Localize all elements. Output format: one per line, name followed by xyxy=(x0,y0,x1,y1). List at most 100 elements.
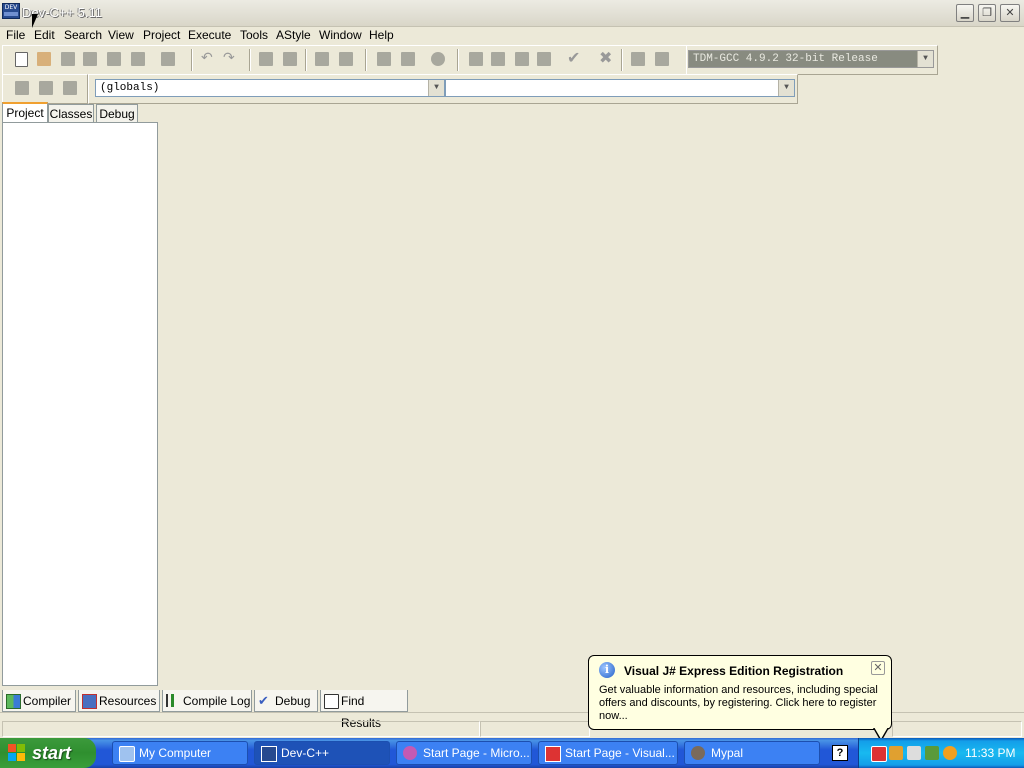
goto-line-icon[interactable] xyxy=(339,52,353,66)
indent-icon[interactable] xyxy=(377,52,391,66)
menu-bar: File Edit Search View Project Execute To… xyxy=(0,27,1024,45)
project-options-icon[interactable] xyxy=(655,52,669,66)
close-all-icon[interactable] xyxy=(131,52,145,66)
system-tray: 11:33 PM xyxy=(858,738,1024,768)
start-button[interactable]: start xyxy=(0,738,96,768)
redo-icon[interactable]: ↷ xyxy=(223,49,237,65)
close-file-icon[interactable] xyxy=(107,52,121,66)
my-computer-icon xyxy=(119,746,135,762)
scope-select[interactable]: (globals) ▼ xyxy=(95,79,445,97)
menu-view[interactable]: View xyxy=(106,28,136,42)
windows-logo-icon xyxy=(8,744,26,762)
tab-debug-output[interactable]: ✔ Debug xyxy=(254,690,318,712)
menu-file[interactable]: File xyxy=(4,28,27,42)
stop-execution-icon[interactable]: ✖ xyxy=(599,48,613,67)
compile-run-icon[interactable] xyxy=(515,52,529,66)
replace-icon[interactable] xyxy=(283,52,297,66)
toolbar-separator xyxy=(249,49,250,71)
toolbar-separator xyxy=(365,49,366,71)
menu-help[interactable]: Help xyxy=(367,28,396,42)
task-my-computer[interactable]: My Computer xyxy=(112,741,248,765)
menu-search[interactable]: Search xyxy=(62,28,104,42)
goto-definition-icon[interactable] xyxy=(63,81,77,95)
tab-debug[interactable]: Debug xyxy=(96,104,138,122)
new-file-icon[interactable] xyxy=(15,52,28,67)
compile-icon[interactable] xyxy=(469,52,483,66)
save-all-icon[interactable] xyxy=(83,52,97,66)
task-start-page-visual[interactable]: Start Page - Visual... xyxy=(538,741,678,765)
task-devcpp[interactable]: Dev-C++ xyxy=(254,741,390,765)
notification-balloon[interactable]: i Visual J# Express Edition Registration… xyxy=(588,655,892,742)
project-browser-panel[interactable] xyxy=(2,122,158,686)
search-tray-icon[interactable] xyxy=(943,746,957,760)
balloon-body[interactable]: Get valuable information and resources, … xyxy=(599,684,883,723)
menu-window[interactable]: Window xyxy=(317,28,364,42)
minimize-button[interactable]: ▁ xyxy=(956,4,974,22)
menu-project[interactable]: Project xyxy=(141,28,182,42)
close-icon: ✕ xyxy=(1005,7,1015,19)
new-project-icon[interactable] xyxy=(631,52,645,66)
toggle-bookmark-icon[interactable] xyxy=(431,52,445,66)
task-label: Start Page - Micro... xyxy=(423,746,530,760)
updates-tray-icon[interactable] xyxy=(889,746,903,760)
tab-project[interactable]: Project xyxy=(2,102,48,123)
tab-debug-label: Debug xyxy=(275,694,311,708)
toolbar-separator xyxy=(457,49,458,71)
help-icon[interactable]: ? xyxy=(832,745,848,761)
task-label: Start Page - Visual... xyxy=(565,746,675,760)
checkmark-icon: ✔ xyxy=(258,693,269,708)
tab-compile-log[interactable]: Compile Log xyxy=(162,690,252,712)
tab-resources[interactable]: Resources xyxy=(78,690,160,712)
balloon-close-button[interactable]: ✕ xyxy=(871,661,885,675)
run-icon[interactable] xyxy=(491,52,505,66)
secondary-toolbar xyxy=(2,74,88,104)
security-tray-icon[interactable] xyxy=(925,746,939,760)
resources-icon xyxy=(82,694,97,709)
tab-classes[interactable]: Classes xyxy=(48,104,94,122)
menu-astyle[interactable]: AStyle xyxy=(274,28,313,42)
task-start-page-micro[interactable]: Start Page - Micro... xyxy=(396,741,532,765)
class-browser-toolbar: (globals) ▼ ▼ xyxy=(88,74,798,104)
devcpp-app-icon[interactable]: DEV xyxy=(2,3,20,19)
compiler-icon xyxy=(6,694,21,709)
unindent-icon[interactable] xyxy=(401,52,415,66)
clock[interactable]: 11:33 PM xyxy=(965,746,1015,760)
undo-icon[interactable]: ↶ xyxy=(201,49,215,65)
task-mypal[interactable]: Mypal xyxy=(684,741,820,765)
visual-studio-icon xyxy=(403,746,417,760)
devcpp-icon xyxy=(261,746,277,762)
mouse-cursor-icon xyxy=(32,14,38,28)
menu-execute[interactable]: Execute xyxy=(186,28,233,42)
chevron-down-icon[interactable]: ▼ xyxy=(917,51,933,67)
open-file-icon[interactable] xyxy=(37,52,51,66)
member-select[interactable]: ▼ xyxy=(445,79,795,97)
goto-declaration-icon[interactable] xyxy=(39,81,53,95)
find-icon[interactable] xyxy=(259,52,273,66)
title-bar: DEV Dev-C++ 5.11 ▁ ❐ ✕ xyxy=(0,0,1024,27)
compiler-select[interactable]: TDM-GCC 4.9.2 32-bit Release ▼ xyxy=(688,50,934,68)
visual-jsharp-tray-icon[interactable] xyxy=(871,746,887,762)
menu-edit[interactable]: Edit xyxy=(32,28,57,42)
find-next-icon[interactable] xyxy=(315,52,329,66)
insert-icon[interactable] xyxy=(15,81,29,95)
tab-find-results[interactable]: Find Results xyxy=(320,690,408,730)
tab-compiler[interactable]: Compiler xyxy=(2,690,76,712)
tab-resources-label: Resources xyxy=(99,694,157,708)
task-label: Mypal xyxy=(711,746,744,760)
status-cell xyxy=(2,721,480,737)
syntax-check-icon[interactable]: ✔ xyxy=(567,48,581,67)
restore-button[interactable]: ❐ xyxy=(978,4,996,22)
chevron-down-icon[interactable]: ▼ xyxy=(778,80,794,96)
menu-tools[interactable]: Tools xyxy=(238,28,270,42)
network-tray-icon[interactable] xyxy=(907,746,921,760)
tab-compiler-label: Compiler xyxy=(23,694,72,708)
close-button[interactable]: ✕ xyxy=(1000,4,1020,22)
search-icon xyxy=(324,694,339,709)
chevron-down-icon[interactable]: ▼ xyxy=(428,80,444,96)
rebuild-all-icon[interactable] xyxy=(537,52,551,66)
save-icon[interactable] xyxy=(61,52,75,66)
print-icon[interactable] xyxy=(161,52,175,66)
task-label: My Computer xyxy=(139,746,212,760)
tab-compile-log-label: Compile Log xyxy=(183,694,251,708)
bar-chart-icon xyxy=(166,694,179,707)
